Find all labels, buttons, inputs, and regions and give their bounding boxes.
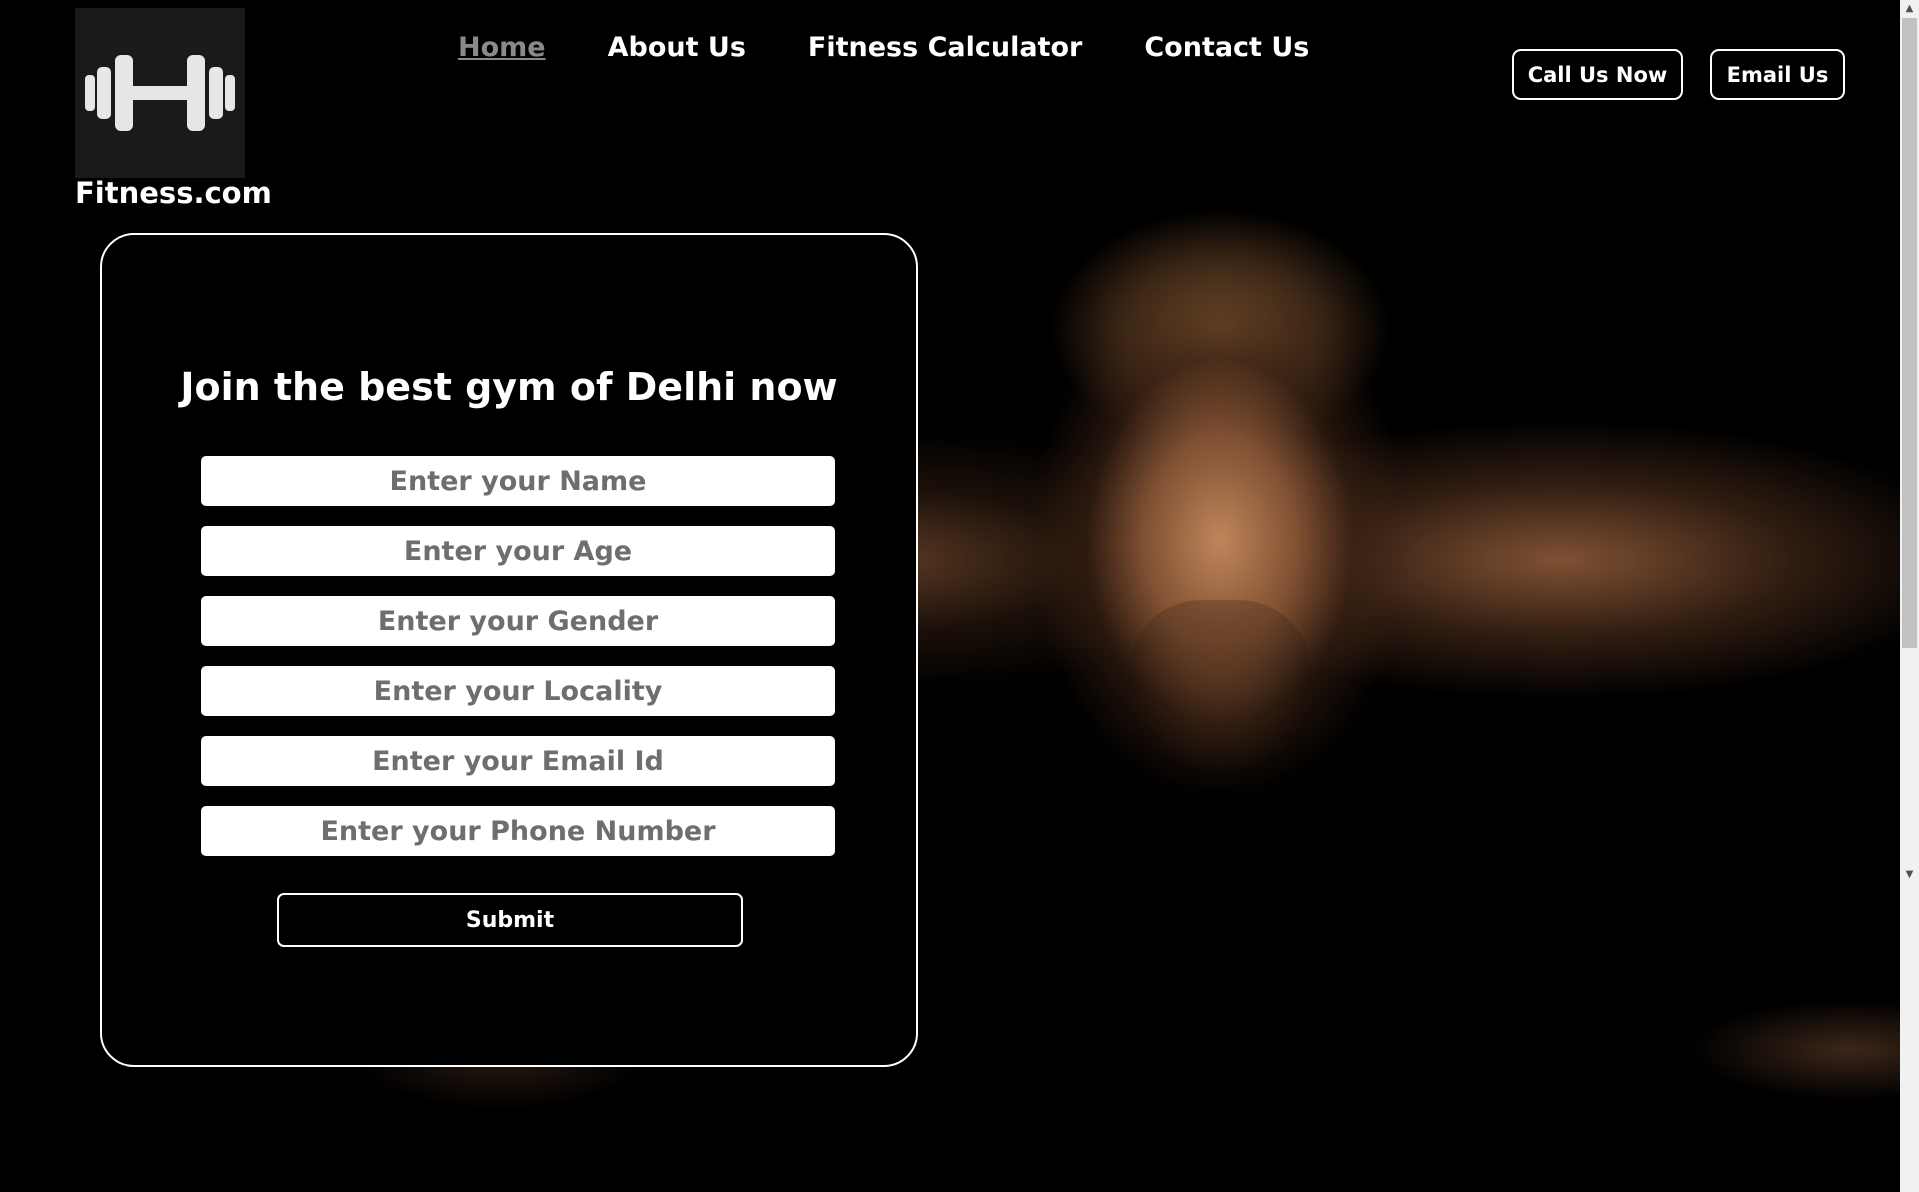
call-us-button[interactable]: Call Us Now [1512, 49, 1683, 100]
phone-number-input[interactable] [199, 804, 837, 858]
scroll-up-arrow-icon[interactable]: ▲ [1900, 0, 1919, 17]
submit-button[interactable]: Submit [277, 893, 743, 947]
nav-about-link[interactable]: About Us [608, 32, 746, 63]
dumbbell-icon [85, 55, 235, 131]
page: Fitness.com Home About Us Fitness Calcul… [0, 0, 1919, 1192]
scrollbar-thumb[interactable] [1902, 18, 1917, 648]
age-input[interactable] [199, 524, 837, 578]
nav-home-link[interactable]: Home [458, 32, 546, 63]
nav-fitness-calculator-link[interactable]: Fitness Calculator [808, 32, 1082, 63]
join-form-card: Join the best gym of Delhi now Submit [100, 233, 918, 1067]
locality-input[interactable] [199, 664, 837, 718]
main-nav: Home About Us Fitness Calculator Contact… [458, 32, 1309, 63]
name-input[interactable] [199, 454, 837, 508]
logo[interactable] [75, 8, 245, 178]
page-scrollbar[interactable]: ▲ ▼ [1900, 0, 1919, 1192]
scroll-down-arrow-icon[interactable]: ▼ [1900, 866, 1919, 883]
nav-contact-link[interactable]: Contact Us [1144, 32, 1309, 63]
email-us-button[interactable]: Email Us [1710, 49, 1845, 100]
brand-name: Fitness.com [75, 176, 272, 210]
form-title: Join the best gym of Delhi now [180, 365, 838, 409]
email-input[interactable] [199, 734, 837, 788]
gender-input[interactable] [199, 594, 837, 648]
hero-figure-face [1130, 600, 1310, 770]
